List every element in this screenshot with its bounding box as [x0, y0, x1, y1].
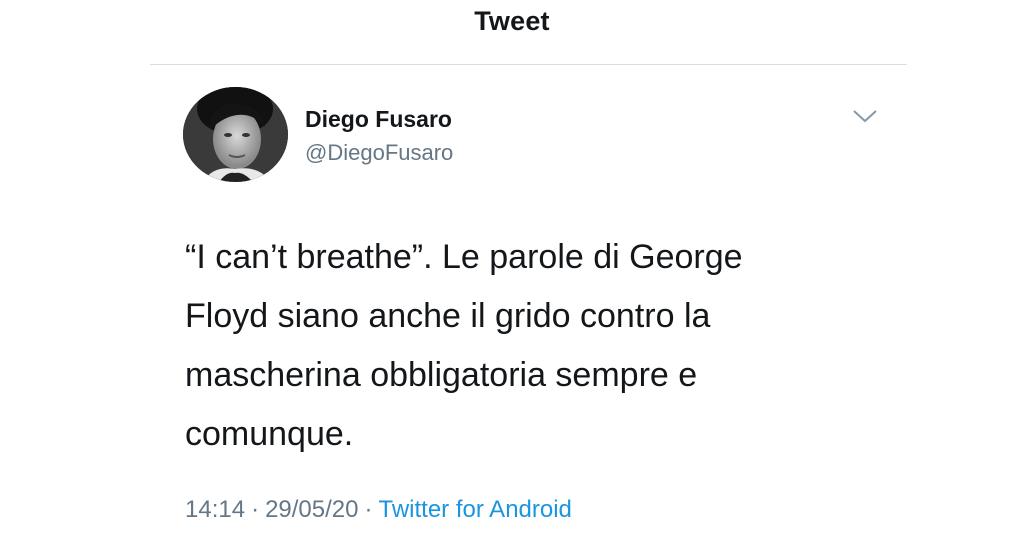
tweet-meta: 14:14 · 29/05/20 · Twitter for Android — [185, 496, 572, 524]
avatar[interactable] — [183, 87, 288, 182]
meta-separator: · — [251, 496, 260, 523]
tweet-date: 29/05/20 — [265, 496, 359, 523]
tweet-time: 14:14 — [185, 496, 246, 523]
tweet-source-link[interactable]: Twitter for Android — [378, 496, 571, 523]
tweet-text: “I can’t breathe”. Le parole di George F… — [185, 238, 743, 453]
author-name[interactable]: Diego Fusaro — [305, 106, 452, 133]
meta-separator: · — [364, 496, 373, 523]
header-divider — [150, 64, 907, 65]
chevron-down-icon[interactable] — [850, 106, 880, 126]
page-title: Tweet — [474, 6, 550, 36]
author-handle[interactable]: @DiegoFusaro — [305, 140, 453, 166]
